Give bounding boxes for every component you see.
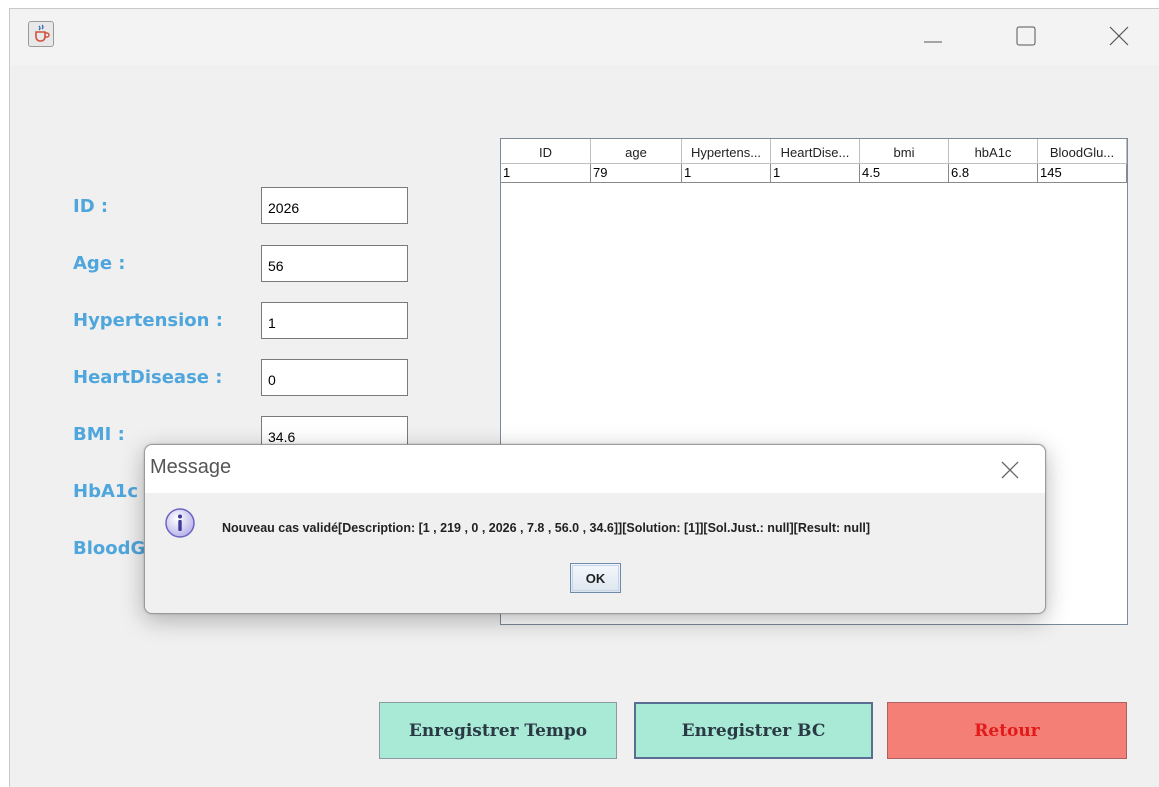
hypertension-field[interactable]: 1 (261, 302, 408, 339)
column-header[interactable]: hbA1c (949, 139, 1038, 164)
column-header[interactable]: HeartDise... (771, 139, 860, 164)
label-bmi: BMI : (73, 424, 125, 445)
close-icon (1001, 461, 1019, 479)
label-hypertension: Hypertension : (73, 310, 223, 331)
table-cell[interactable]: 1 (682, 164, 771, 182)
dialog-title-bar[interactable]: Message (145, 445, 1045, 493)
maximize-icon (1016, 26, 1036, 46)
column-header[interactable]: Hypertens... (682, 139, 771, 164)
dialog-message: Nouveau cas validé[Description: [1 , 219… (222, 521, 871, 535)
table-cell[interactable]: 1 (501, 164, 591, 182)
heartdisease-field[interactable]: 0 (261, 359, 408, 396)
enregistrer-bc-button[interactable]: Enregistrer BC (634, 702, 873, 759)
table-cell[interactable]: 6.8 (949, 164, 1038, 182)
label-id: ID : (73, 196, 109, 217)
retour-button[interactable]: Retour (887, 702, 1127, 759)
column-header[interactable]: ID (501, 139, 591, 164)
label-heartdisease: HeartDisease : (73, 367, 223, 388)
table-cell[interactable]: 79 (591, 164, 682, 182)
dialog-title: Message (150, 456, 232, 478)
dialog-close-button[interactable] (995, 455, 1025, 485)
message-dialog: Message Nouveau cas validé[Description: … (144, 444, 1046, 614)
table-row[interactable]: 1 79 1 1 4.5 6.8 145 (501, 164, 1127, 183)
label-age: Age : (73, 253, 126, 274)
enregistrer-tempo-button[interactable]: Enregistrer Tempo (379, 702, 617, 759)
info-icon (164, 507, 196, 539)
table-cell[interactable]: 4.5 (860, 164, 949, 182)
id-field[interactable]: 2026 (261, 187, 408, 224)
table-header: ID age Hypertens... HeartDise... bmi hbA… (501, 139, 1127, 164)
column-header[interactable]: bmi (860, 139, 949, 164)
column-header[interactable]: BloodGlu... (1038, 139, 1127, 164)
table-cell[interactable]: 145 (1038, 164, 1127, 182)
minimize-icon (924, 41, 942, 43)
title-bar[interactable] (10, 9, 1159, 65)
close-icon (1109, 26, 1129, 46)
app-window: ID : 2026 Age : 56 Hypertension : 1 Hear… (9, 8, 1159, 787)
close-button[interactable] (1096, 19, 1142, 55)
maximize-button[interactable] (1003, 19, 1049, 55)
java-coffee-icon (28, 21, 54, 47)
age-field[interactable]: 56 (261, 245, 408, 282)
column-header[interactable]: age (591, 139, 682, 164)
label-hba1c: HbA1c (73, 481, 139, 502)
label-bloodglucose: BloodG (73, 538, 146, 559)
minimize-button[interactable] (910, 19, 956, 55)
table-cell[interactable]: 1 (771, 164, 860, 182)
ok-button[interactable]: OK (570, 563, 621, 593)
